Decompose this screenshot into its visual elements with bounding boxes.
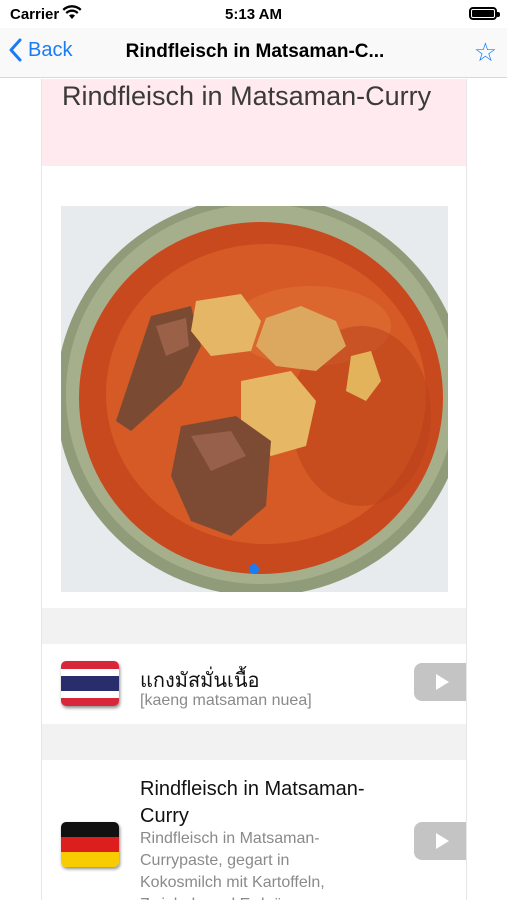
- play-icon: [435, 674, 449, 690]
- thailand-flag-icon: [61, 661, 119, 706]
- translation-row-german: Rindfleisch in Matsaman-Curry Rindfleisc…: [42, 760, 466, 900]
- page-indicator-dot[interactable]: [249, 564, 259, 574]
- back-label: Back: [28, 38, 73, 61]
- dish-title-band: Rindfleisch in Matsaman-Curry: [42, 79, 466, 166]
- dish-photo[interactable]: [61, 206, 448, 592]
- play-audio-button[interactable]: [414, 663, 466, 701]
- curry-bowl-image: [61, 206, 448, 592]
- thai-transliteration: [kaeng matsaman nuea]: [140, 692, 312, 709]
- back-button[interactable]: Back: [8, 38, 72, 62]
- status-bar: Carrier 5:13 AM: [0, 0, 507, 28]
- dish-detail-scroll[interactable]: Rindfleisch in Matsaman-Curry แกงมัสมั่น…: [41, 79, 467, 900]
- dish-title: Rindfleisch in Matsaman-Curry: [62, 81, 432, 111]
- play-icon: [435, 833, 449, 849]
- translation-row-thai: แกงมัสมั่นเนื้อ [kaeng matsaman nuea]: [42, 644, 466, 724]
- battery-icon: [469, 7, 500, 20]
- germany-flag-icon: [61, 822, 119, 867]
- navigation-bar: Back Rindfleisch in Matsaman-C... ☆: [0, 28, 507, 78]
- german-description: Rindfleisch in Matsaman-Currypaste, gega…: [140, 830, 325, 900]
- play-audio-button[interactable]: [414, 822, 466, 860]
- clock: 5:13 AM: [225, 6, 282, 23]
- section-separator: [42, 608, 466, 644]
- favorite-star-icon[interactable]: ☆: [474, 37, 497, 68]
- chevron-left-icon: [9, 38, 22, 62]
- nav-title: Rindfleisch in Matsaman-C...: [125, 41, 385, 62]
- section-separator: [42, 724, 466, 760]
- german-dish-name: Rindfleisch in Matsaman-Curry: [140, 778, 365, 827]
